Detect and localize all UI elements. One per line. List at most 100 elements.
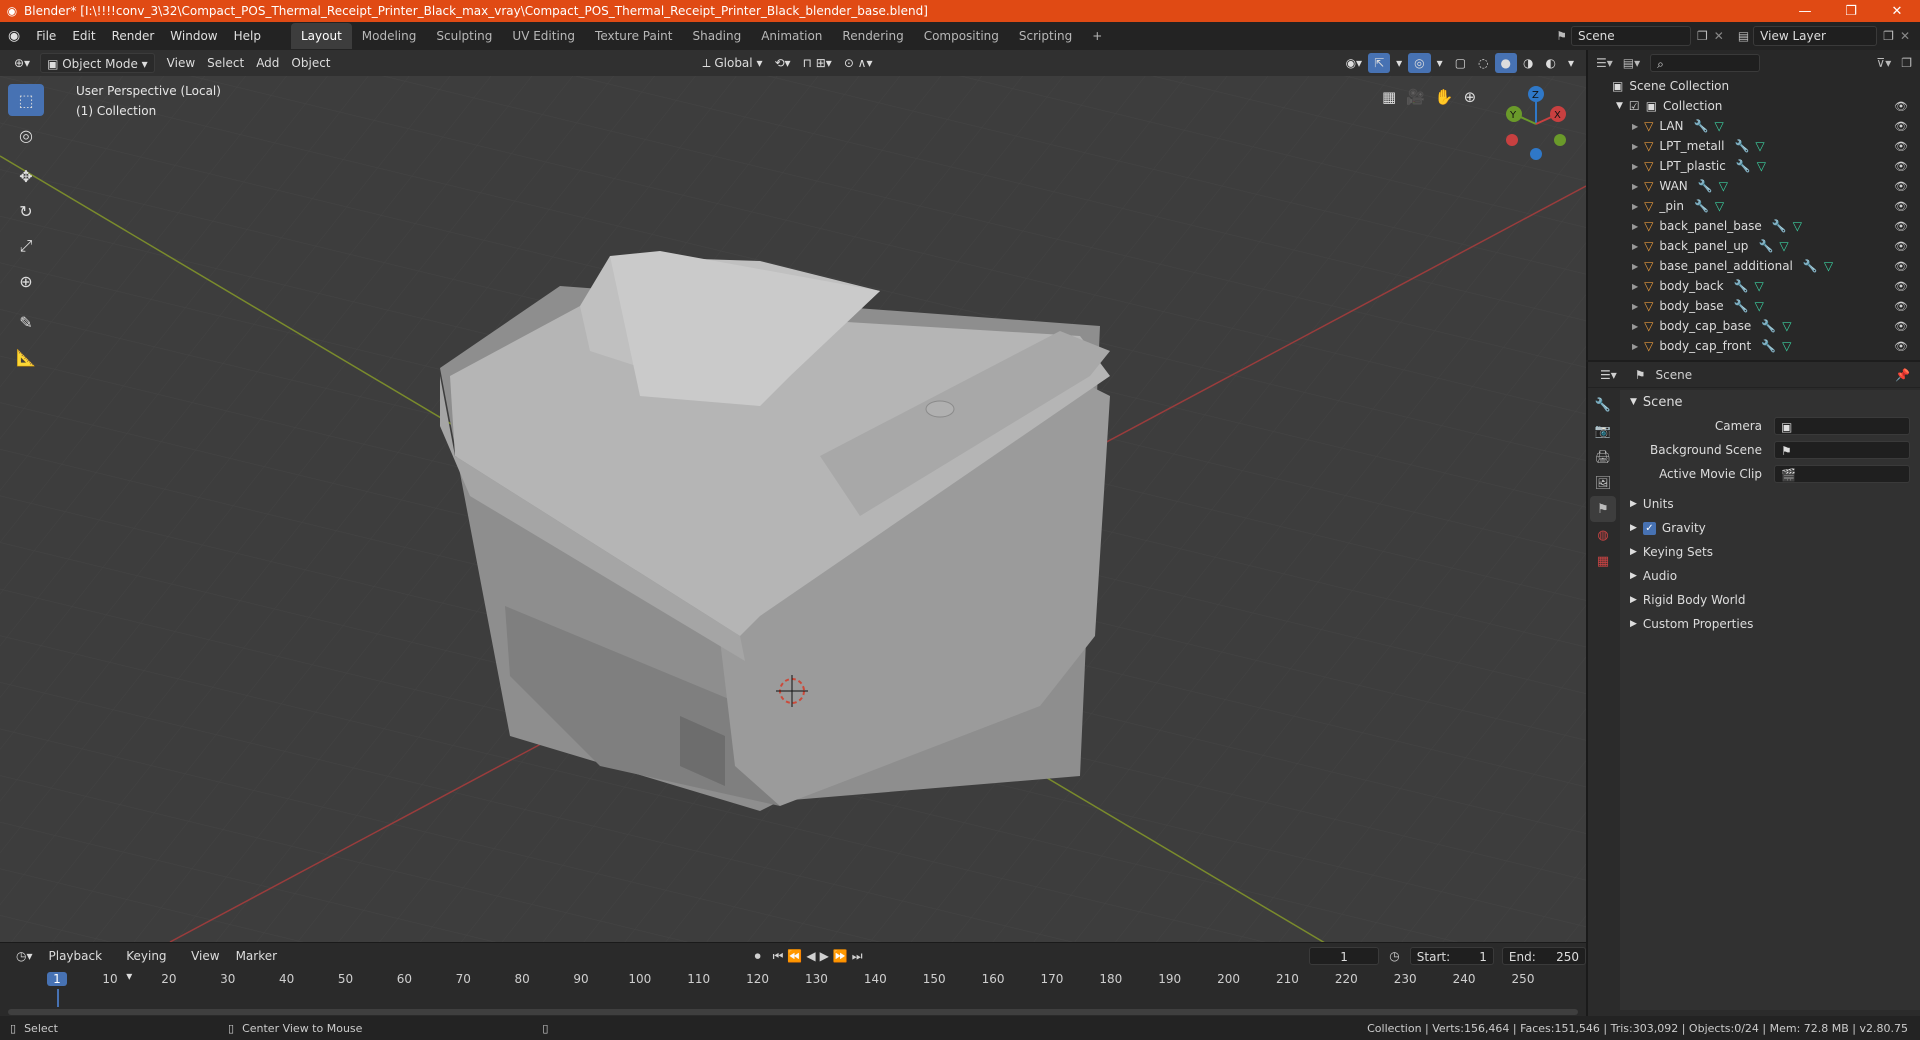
frame-ruler[interactable]: 1 10 20 30 40 50 60 70 80 90 100 110 120 130 140 150 160… [0, 969, 1586, 1007]
current-frame-field[interactable]: 1 [1308, 947, 1380, 965]
pivot-icon[interactable]: ⟲▾ [768, 53, 796, 73]
background-scene-field[interactable]: ⚑ [1774, 441, 1910, 459]
new-view-layer-icon[interactable]: ❐ [1883, 29, 1894, 43]
outliner-item[interactable]: ▶ ▽ body_base 🔧 ▽ 👁 [1588, 296, 1920, 316]
material-shading-icon[interactable]: ◑ [1517, 53, 1539, 73]
eye-icon[interactable]: 👁 [1894, 200, 1908, 213]
menu-timeline-view[interactable]: View [185, 946, 225, 966]
modifier-icon[interactable]: 🔧 [1734, 279, 1749, 293]
keying-sets-panel[interactable]: ▶ Keying Sets [1620, 540, 1920, 564]
timeline-editor-type-icon[interactable]: ◷▾ [10, 946, 39, 966]
eye-icon[interactable]: 👁 [1894, 120, 1908, 133]
tab-layout[interactable]: Layout [290, 23, 352, 49]
world-tab-icon[interactable]: ◍ [1590, 522, 1616, 548]
modifier-icon[interactable]: 🔧 [1694, 119, 1709, 133]
outliner-search-input[interactable]: ⌕ [1650, 54, 1761, 72]
prev-keyframe-icon[interactable]: ⏪ [787, 949, 802, 963]
delete-view-layer-icon[interactable]: ✕ [1900, 29, 1910, 43]
outliner-item[interactable]: ▶ ▽ WAN 🔧 ▽ 👁 [1588, 176, 1920, 196]
texture-tab-icon[interactable]: ▦ [1590, 548, 1616, 574]
modifier-icon[interactable]: 🔧 [1734, 139, 1749, 153]
mesh-data-icon[interactable]: ▽ [1715, 199, 1724, 213]
outliner-item[interactable]: ▶ ▽ body_cap_front 🔧 ▽ 👁 [1588, 336, 1920, 356]
viewport-canvas[interactable] [0, 76, 1586, 942]
editor-type-icon[interactable]: ⊕▾ [8, 53, 36, 73]
rendered-shading-icon[interactable]: ◐ [1539, 53, 1561, 73]
eye-icon[interactable]: 👁 [1894, 300, 1908, 313]
3d-viewport[interactable]: User Perspective (Local) (1) Collection … [0, 76, 1586, 942]
gizmo-toggle-icon[interactable]: ⇱ [1368, 53, 1391, 73]
add-workspace-button[interactable]: + [1082, 23, 1112, 49]
modifier-icon[interactable]: 🔧 [1761, 339, 1776, 353]
view-layer-tab-icon[interactable]: 🖼 [1590, 470, 1616, 496]
tab-texture-paint[interactable]: Texture Paint [585, 23, 682, 49]
modifier-icon[interactable]: 🔧 [1694, 199, 1709, 213]
close-button[interactable]: ✕ [1874, 0, 1920, 22]
display-mode-icon[interactable]: ▤▾ [1623, 56, 1640, 70]
menu-select[interactable]: Select [201, 53, 250, 73]
proportional-edit-icon[interactable]: ⊙ ∧▾ [838, 53, 879, 73]
modifier-icon[interactable]: 🔧 [1736, 159, 1751, 173]
mesh-data-icon[interactable]: ▽ [1793, 219, 1802, 233]
axis-gizmo[interactable]: Z Y X [1500, 84, 1580, 164]
new-scene-icon[interactable]: ❐ [1697, 29, 1708, 43]
expand-icon[interactable]: ▶ [1632, 142, 1638, 151]
expand-icon[interactable]: ▶ [1632, 122, 1638, 131]
mesh-data-icon[interactable]: ▽ [1715, 119, 1724, 133]
record-icon[interactable]: ⏺ [755, 949, 761, 964]
blender-menu-icon[interactable]: ◉ [0, 22, 28, 50]
scene-tab-icon[interactable]: ⚑ [1590, 496, 1616, 522]
maximize-button[interactable]: ❐ [1828, 0, 1874, 22]
modifier-icon[interactable]: 🔧 [1772, 219, 1787, 233]
outliner-item[interactable]: ▶ ▽ back_panel_up 🔧 ▽ 👁 [1588, 236, 1920, 256]
scene-field[interactable]: Scene [1571, 26, 1691, 46]
annotate-icon[interactable]: ✎ [8, 306, 44, 338]
tool-tab-icon[interactable]: 🔧 [1590, 392, 1616, 418]
gravity-checkbox[interactable]: ✓ [1642, 521, 1656, 535]
mesh-data-icon[interactable]: ▽ [1719, 179, 1728, 193]
expand-icon[interactable]: ▶ [1632, 202, 1638, 211]
tab-uv-editing[interactable]: UV Editing [502, 23, 585, 49]
menu-marker[interactable]: Marker [230, 946, 283, 966]
expand-icon[interactable]: ▶ [1632, 182, 1638, 191]
play-icon[interactable]: ▶ [820, 949, 829, 963]
menu-help[interactable]: Help [226, 22, 269, 50]
tab-rendering[interactable]: Rendering [832, 23, 913, 49]
camera-field[interactable]: ▣ [1774, 417, 1910, 435]
scale-icon[interactable]: ⤢ [8, 230, 44, 262]
orientation-select[interactable]: ⟂ Global ▾ [697, 53, 769, 73]
modifier-icon[interactable]: 🔧 [1758, 239, 1773, 253]
audio-panel[interactable]: ▶ Audio [1620, 564, 1920, 588]
mesh-data-icon[interactable]: ▽ [1824, 259, 1833, 273]
wireframe-shading-icon[interactable]: ◌ [1472, 53, 1494, 73]
checkbox-icon[interactable]: ☑ [1629, 99, 1640, 113]
select-box-icon[interactable]: ⬚ [8, 84, 44, 116]
filter-icon[interactable]: ⊽▾ [1876, 56, 1891, 70]
active-clip-field[interactable]: 🎬 [1774, 465, 1910, 483]
outliner-item[interactable]: ▶ ▽ LPT_plastic 🔧 ▽ 👁 [1588, 156, 1920, 176]
collapse-icon[interactable]: ▼ [1616, 101, 1623, 111]
mesh-data-icon[interactable]: ▽ [1755, 139, 1764, 153]
menu-keying[interactable]: Keying ▾ [120, 946, 181, 983]
eye-icon[interactable]: 👁 [1894, 140, 1908, 153]
overlay-dropdown-icon[interactable]: ▾ [1431, 53, 1449, 73]
minimize-button[interactable]: — [1782, 0, 1828, 22]
play-reverse-icon[interactable]: ◀ [806, 949, 815, 963]
expand-icon[interactable]: ▶ [1632, 322, 1638, 331]
clock-icon[interactable]: ◷ [1389, 949, 1399, 963]
outliner-item[interactable]: ▶ ▽ body_back 🔧 ▽ 👁 [1588, 276, 1920, 296]
menu-object[interactable]: Object [285, 53, 336, 73]
outliner-collection[interactable]: ▼ ☑ ▣ Collection 👁 [1588, 96, 1920, 116]
modifier-icon[interactable]: 🔧 [1803, 259, 1818, 273]
outliner-item[interactable]: ▶ ▽ back_panel_base 🔧 ▽ 👁 [1588, 216, 1920, 236]
mesh-data-icon[interactable]: ▽ [1755, 299, 1764, 313]
view-layer-field[interactable]: View Layer [1753, 26, 1878, 46]
eye-icon[interactable]: 👁 [1894, 220, 1908, 233]
units-panel[interactable]: ▶ Units [1620, 492, 1920, 516]
visibility-icon[interactable]: ◉▾ [1340, 53, 1369, 73]
eye-icon[interactable]: 👁 [1894, 240, 1908, 253]
menu-edit[interactable]: Edit [64, 22, 103, 50]
menu-add[interactable]: Add [250, 53, 285, 73]
new-collection-icon[interactable]: ❐ [1901, 56, 1912, 70]
mode-select[interactable]: ▣ Object Mode ▾ [40, 53, 155, 73]
